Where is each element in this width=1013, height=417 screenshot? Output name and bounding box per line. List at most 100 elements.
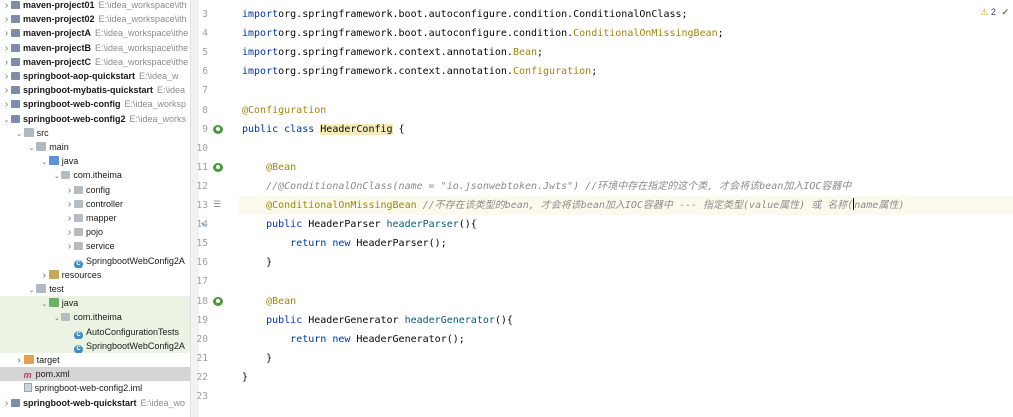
chevron-right-icon[interactable]: › xyxy=(2,70,11,83)
tree-item[interactable]: › maven-projectC E:\idea_workspace\ithe xyxy=(0,55,190,69)
chevron-right-icon[interactable]: › xyxy=(65,226,74,239)
gutter-line[interactable]: 10 xyxy=(197,139,239,158)
chevron-down-icon[interactable]: ⌄ xyxy=(40,298,49,310)
current-code-line[interactable]: @ConditionalOnMissingBean //不存在该类型的bean,… xyxy=(239,196,1013,216)
code-line[interactable]: importorg.springframework.context.annota… xyxy=(239,62,1013,81)
code-line[interactable]: public HeaderParser headerParser(){ xyxy=(239,215,1013,234)
code-line[interactable]: @Bean xyxy=(239,292,1013,311)
chevron-right-icon[interactable]: › xyxy=(15,354,24,367)
chevron-right-icon[interactable]: › xyxy=(2,98,11,111)
chevron-right-icon[interactable]: › xyxy=(2,56,11,69)
chevron-right-icon[interactable]: › xyxy=(65,212,74,225)
tree-item[interactable]: › maven-project02 E:\idea_workspace\ith xyxy=(0,12,190,26)
tree-item[interactable]: › maven-project01 E:\idea_workspace\ith xyxy=(0,0,190,12)
gutter-line[interactable]: 12 xyxy=(197,177,239,196)
gutter-line[interactable]: 4 xyxy=(199,24,239,43)
code-line[interactable]: @Configuration xyxy=(239,101,1013,120)
code-line[interactable]: importorg.springframework.boot.autoconfi… xyxy=(239,24,1013,43)
tree-item[interactable]: › resources xyxy=(0,268,190,282)
gutter-line[interactable]: 7 xyxy=(199,81,239,100)
gutter-line[interactable]: 18 xyxy=(197,292,239,311)
code-line[interactable]: return new HeaderParser(); xyxy=(239,234,1013,253)
chevron-down-icon[interactable]: ⌄ xyxy=(52,312,61,324)
tree-item[interactable]: ⌄ java xyxy=(0,296,190,311)
gutter-line[interactable]: 19 xyxy=(197,311,239,330)
gutter-line[interactable]: 17 xyxy=(197,272,239,291)
chevron-right-icon[interactable]: › xyxy=(2,42,11,55)
tree-item[interactable]: ⌄ test xyxy=(0,282,190,296)
tree-item[interactable]: › config xyxy=(0,183,190,197)
chevron-right-icon[interactable]: › xyxy=(40,269,49,282)
code-line[interactable]: return new HeaderGenerator(); xyxy=(239,330,1013,349)
tree-item[interactable]: C AutoConfigurationTests xyxy=(0,324,190,339)
tree-item[interactable]: m pom.xml xyxy=(0,367,190,382)
tree-item[interactable]: › controller xyxy=(0,197,190,211)
gutter-line[interactable]: 5 xyxy=(199,43,239,62)
bean-gutter-icon[interactable] xyxy=(213,124,223,134)
tree-item[interactable]: ⌄ com.itheima xyxy=(0,310,190,325)
tree-item[interactable]: › target xyxy=(0,353,190,367)
code-line[interactable]: importorg.springframework.context.annota… xyxy=(239,43,1013,62)
gutter-line[interactable]: 22 xyxy=(197,368,239,387)
gutter-line[interactable]: 20 xyxy=(197,330,239,349)
tree-item[interactable]: › springboot-web-quickstart E:\idea_wo xyxy=(0,396,190,410)
gutter-line[interactable]: 23 xyxy=(197,387,239,406)
gutter-line[interactable]: 9 xyxy=(199,120,239,139)
tree-item[interactable]: › springboot-aop-quickstart E:\idea_w xyxy=(0,69,190,83)
gutter-line[interactable]: 13 ☰ xyxy=(197,196,239,215)
tree-item[interactable]: › maven-projectA E:\idea_workspace\ithe xyxy=(0,26,190,40)
code-line[interactable]: //@ConditionalOnClass(name = "io.jsonweb… xyxy=(239,177,1013,196)
tree-item[interactable]: C SpringbootWebConfig2A xyxy=(0,254,190,268)
chevron-down-icon[interactable]: ⌄ xyxy=(52,170,61,182)
tree-item[interactable]: › springboot-mybatis-quickstart E:\idea xyxy=(0,83,190,97)
code-line[interactable]: public HeaderGenerator headerGenerator()… xyxy=(239,311,1013,330)
hint-gutter-icon[interactable]: ☰ xyxy=(213,201,223,210)
code-line[interactable]: } xyxy=(239,368,1013,387)
chevron-right-icon[interactable]: › xyxy=(2,27,11,40)
code-line[interactable]: public class HeaderConfig { xyxy=(239,120,1013,139)
code-line[interactable] xyxy=(239,81,1013,100)
code-editor[interactable]: ⚠ 2 ✓ importorg.springframework.boot.aut… xyxy=(239,0,1013,417)
chevron-right-icon[interactable]: › xyxy=(65,198,74,211)
chevron-down-icon[interactable]: ⌄ xyxy=(2,114,11,126)
tree-item[interactable]: › service xyxy=(0,239,190,253)
code-line[interactable]: @Bean xyxy=(239,158,1013,177)
code-line[interactable]: } xyxy=(239,349,1013,368)
tree-item[interactable]: ⌄ springboot-web-config2 E:\idea_works xyxy=(0,112,190,126)
chevron-down-icon[interactable]: ⌄ xyxy=(27,142,36,154)
gutter-line[interactable]: 14 ✎ xyxy=(197,215,239,234)
chevron-right-icon[interactable]: › xyxy=(2,0,11,12)
tree-item[interactable]: › pojo xyxy=(0,225,190,239)
code-line[interactable]: } xyxy=(239,253,1013,272)
code-line[interactable] xyxy=(239,272,1013,291)
gutter-line[interactable]: 16 xyxy=(197,253,239,272)
code-line[interactable] xyxy=(239,139,1013,158)
tree-item[interactable]: ⌄ main xyxy=(0,140,190,154)
gutter-line[interactable]: 8 xyxy=(199,101,239,120)
chevron-down-icon[interactable]: ⌄ xyxy=(40,156,49,168)
tree-item[interactable]: ⌄ java xyxy=(0,154,190,168)
chevron-right-icon[interactable]: › xyxy=(65,240,74,253)
chevron-right-icon[interactable]: › xyxy=(2,397,11,410)
bean-gutter-icon[interactable] xyxy=(213,296,223,306)
chevron-down-icon[interactable]: ⌄ xyxy=(15,128,24,140)
tree-item[interactable]: › maven-projectB E:\idea_workspace\ithe xyxy=(0,41,190,55)
tree-item[interactable]: › springboot-web-config E:\idea_worksp xyxy=(0,97,190,111)
chevron-right-icon[interactable]: › xyxy=(2,13,11,26)
tree-item[interactable]: C SpringbootWebConfig2A xyxy=(0,338,190,353)
chevron-down-icon[interactable]: ⌄ xyxy=(27,284,36,296)
tree-item[interactable]: › mapper xyxy=(0,211,190,225)
gutter-line[interactable]: 6 xyxy=(199,62,239,81)
bean-gutter-icon[interactable] xyxy=(213,162,223,172)
chevron-right-icon[interactable]: › xyxy=(65,184,74,197)
chevron-right-icon[interactable]: › xyxy=(2,84,11,97)
code-line[interactable] xyxy=(239,387,1013,406)
code-line[interactable]: importorg.springframework.boot.autoconfi… xyxy=(239,5,1013,24)
gutter-line[interactable]: 15 xyxy=(197,234,239,253)
gutter-line[interactable]: 11 xyxy=(197,158,239,177)
tree-item[interactable]: ⌄ src xyxy=(0,126,190,140)
tree-item[interactable]: springboot-web-config2.iml xyxy=(0,381,190,395)
tree-item[interactable]: ⌄ com.itheima xyxy=(0,168,190,182)
gutter-line[interactable]: 21 xyxy=(197,349,239,368)
gutter-line[interactable]: 3 xyxy=(199,5,239,24)
